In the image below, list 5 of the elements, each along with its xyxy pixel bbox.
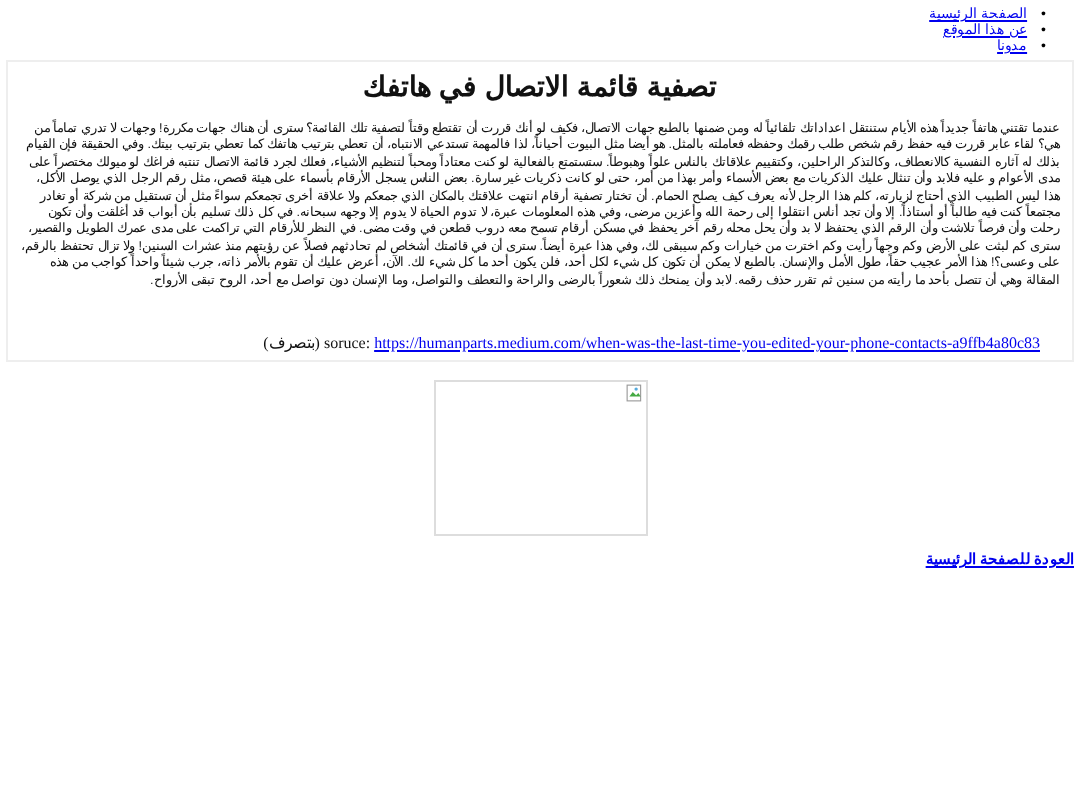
source-link[interactable]: https://humanparts.medium.com/when-was-the-last-time-you-edited-your-phone-contacts-a9ffb4a80c83 xyxy=(374,334,1040,353)
broken-image-icon xyxy=(625,384,643,403)
article-title: تصفية قائمة الاتصال في هاتفك xyxy=(361,70,719,102)
source-note: (بتصرف) xyxy=(263,334,320,353)
source-label: soruce: xyxy=(323,334,371,353)
